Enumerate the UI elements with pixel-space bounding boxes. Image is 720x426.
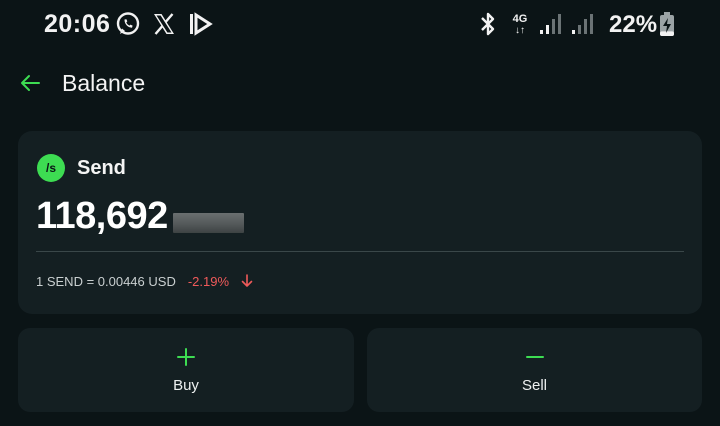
balance-card: /s Send 118,692 1 SEND = 0.00446 USD -2.…	[18, 131, 702, 314]
balance-amount: 118,692	[36, 195, 168, 237]
battery-charging-icon	[657, 10, 677, 38]
bluetooth-icon	[476, 10, 500, 38]
token-price: 1 SEND = 0.00446 USD	[36, 273, 176, 289]
arrow-left-icon	[21, 75, 40, 91]
sell-label: Sell	[521, 377, 547, 394]
price-change: -2.19%	[187, 273, 230, 289]
sell-button[interactable]: Sell	[367, 328, 702, 412]
signal-icon	[568, 10, 596, 38]
status-time: 20:06	[44, 10, 111, 38]
app-icon	[187, 10, 215, 38]
minus-icon	[525, 356, 544, 358]
plus-icon	[177, 348, 195, 366]
arrow-down-icon	[241, 274, 253, 288]
buy-button[interactable]: Buy	[18, 328, 354, 412]
x-icon	[150, 10, 178, 38]
token-logo: /s	[37, 154, 65, 182]
redacted-overlay	[173, 213, 244, 233]
back-button[interactable]	[14, 67, 46, 99]
status-bar: 20:06 4G ↓↑ 22%	[0, 0, 720, 48]
battery-percent: 22%	[609, 11, 658, 38]
page-title: Balance	[62, 70, 146, 96]
divider	[36, 251, 684, 252]
buy-label: Buy	[173, 377, 199, 394]
token-name: Send	[77, 157, 126, 179]
4g-icon: 4G ↓↑	[512, 12, 528, 36]
app-header: Balance	[0, 58, 720, 106]
signal-icon	[536, 10, 564, 38]
whatsapp-icon	[114, 10, 142, 38]
price-row: 1 SEND = 0.00446 USD -2.19%	[36, 272, 253, 290]
